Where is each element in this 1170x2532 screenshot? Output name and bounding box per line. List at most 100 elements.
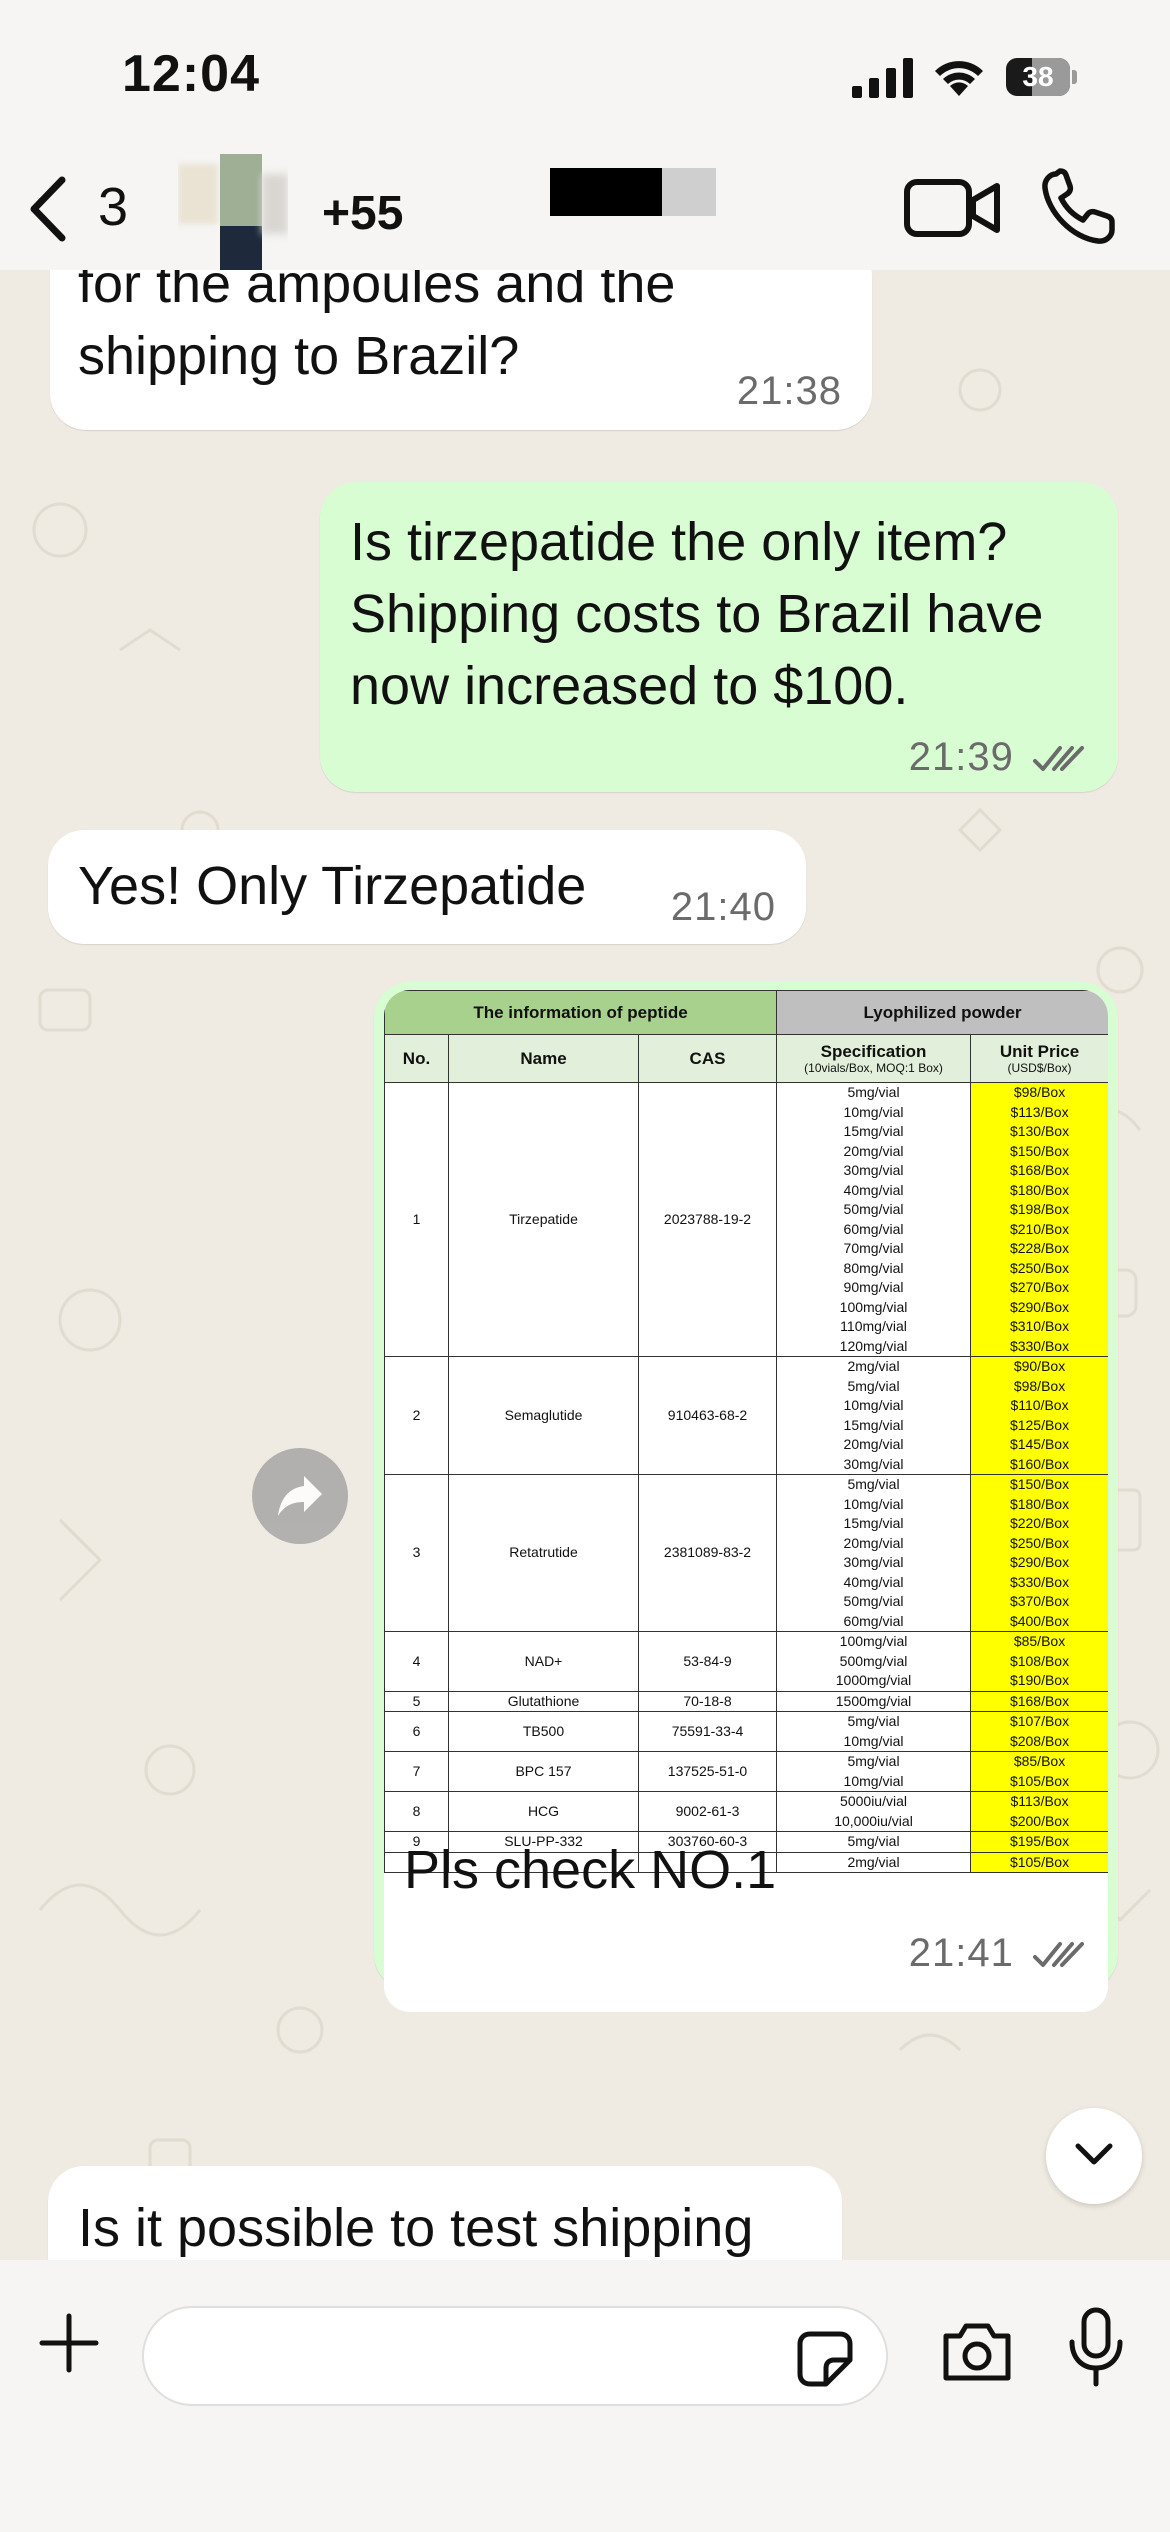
price-value: $113/Box bbox=[1010, 1793, 1069, 1809]
microphone-icon[interactable] bbox=[1066, 2306, 1126, 2388]
spec-value: 15mg/vial bbox=[843, 1123, 904, 1139]
message-meta: 21:39 bbox=[909, 735, 1086, 780]
table-cell-price: $113/Box $200/Box bbox=[970, 1791, 1108, 1832]
price-value: $107/Box bbox=[1009, 1713, 1070, 1729]
scroll-to-bottom-button[interactable] bbox=[1046, 2108, 1142, 2204]
message-text: Pls check NO.1 bbox=[404, 1840, 777, 1900]
table-cell-name: Tirzepatide bbox=[448, 1082, 639, 1357]
double-check-icon bbox=[1033, 746, 1084, 772]
table-group-header: The information of peptide bbox=[384, 990, 778, 1035]
price-value: $105/Box bbox=[1009, 1853, 1070, 1870]
table-row: 5 Glutathione 70-18-8 1500mg/vial $168/Box bbox=[384, 1690, 1108, 1712]
spec-value: 5mg/vial bbox=[847, 1753, 900, 1769]
phone-icon[interactable] bbox=[1040, 168, 1116, 246]
spec-value: 30mg/vial bbox=[843, 1455, 904, 1472]
contact-name[interactable]: +55 bbox=[322, 186, 403, 241]
battery-icon: 38 bbox=[1006, 58, 1078, 96]
table-row: 8 HCG 9002-61-3 5000iu/vial 10,000iu/vial $11… bbox=[384, 1791, 1108, 1832]
table-row: 2 Semaglutide 910463-68-2 2mg/vial 5mg/vial 1… bbox=[384, 1356, 1108, 1475]
price-value: $400/Box bbox=[1009, 1612, 1070, 1629]
avatar[interactable] bbox=[178, 154, 288, 270]
price-value: $160/Box bbox=[1009, 1455, 1070, 1472]
spec-value: 15mg/vial bbox=[843, 1416, 904, 1433]
price-value: $310/Box bbox=[1009, 1318, 1070, 1334]
price-value: $200/Box bbox=[1009, 1812, 1070, 1829]
status-time: 12:04 bbox=[122, 45, 260, 103]
plus-icon[interactable] bbox=[38, 2312, 100, 2374]
price-value: $180/Box bbox=[1009, 1181, 1070, 1198]
price-value: $250/Box bbox=[1009, 1534, 1070, 1551]
table-cell-spec: 5000iu/vial 10,000iu/vial bbox=[776, 1791, 972, 1832]
message-input[interactable] bbox=[180, 2328, 720, 2386]
forward-button[interactable] bbox=[252, 1448, 348, 1544]
message-bubble-incoming[interactable]: Yes! Only Tirzepatide 21:40 bbox=[48, 830, 806, 944]
redaction-block bbox=[662, 168, 716, 216]
message-bubble-outgoing-image[interactable]: The information of peptide Lyophilized p… bbox=[374, 982, 1118, 2012]
spec-value: 30mg/vial bbox=[843, 1162, 904, 1178]
double-check-icon bbox=[1033, 1942, 1084, 1968]
message-text: for the ampoules and the shipping to Bra… bbox=[78, 270, 676, 386]
message-meta: 21:41 bbox=[909, 1931, 1086, 1976]
price-value: $195/Box bbox=[1009, 1833, 1070, 1849]
table-cell-cas: 2381089-83-2 bbox=[637, 1474, 778, 1632]
table-cell-price: $90/Box $98/Box $110/Box $125/Box $145/Box $1… bbox=[970, 1356, 1108, 1475]
price-value: $85/Box bbox=[1013, 1753, 1066, 1769]
table-header-no: No. bbox=[384, 1034, 449, 1083]
table-cell-spec: 2mg/vial bbox=[776, 1851, 972, 1873]
price-value: $145/Box bbox=[1009, 1436, 1070, 1452]
message-input-container[interactable] bbox=[142, 2306, 888, 2406]
message-bubble-outgoing[interactable]: Is tirzepatide the only item? Shipping c… bbox=[320, 482, 1118, 792]
spec-value: 40mg/vial bbox=[843, 1181, 904, 1198]
table-cell-cas: 910463-68-2 bbox=[637, 1356, 778, 1475]
spec-value: 70mg/vial bbox=[843, 1240, 904, 1256]
message-bubble-incoming[interactable]: Is it possible to test shipping bbox=[48, 2166, 842, 2260]
spec-value: 20mg/vial bbox=[843, 1534, 904, 1551]
message-text: Is it possible to test shipping bbox=[78, 2198, 754, 2258]
spec-value: 90mg/vial bbox=[843, 1279, 904, 1295]
spec-value: 1500mg/vial bbox=[835, 1692, 912, 1709]
price-table: The information of peptide Lyophilized p… bbox=[384, 990, 1108, 1873]
spec-value: 5mg/vial bbox=[847, 1713, 900, 1729]
table-cell-no: 5 bbox=[384, 1690, 449, 1712]
table-cell-name: Semaglutide bbox=[448, 1356, 639, 1475]
price-value: $208/Box bbox=[1009, 1732, 1070, 1749]
cellular-signal-icon bbox=[852, 58, 913, 98]
chevron-left-icon[interactable] bbox=[24, 174, 72, 244]
table-cell-name: NAD+ bbox=[448, 1631, 639, 1692]
table-cell-price: $195/Box bbox=[970, 1831, 1108, 1853]
table-cell-name: BPC 157 bbox=[448, 1751, 639, 1792]
spec-value: 20mg/vial bbox=[843, 1436, 904, 1452]
spec-value: 50mg/vial bbox=[843, 1201, 904, 1217]
back-unread-count[interactable]: 3 bbox=[98, 176, 128, 238]
spec-value: 1000mg/vial bbox=[835, 1672, 912, 1688]
table-cell-price: $105/Box bbox=[970, 1851, 1108, 1873]
table-cell-spec: 5mg/vial 10mg/vial bbox=[776, 1751, 972, 1792]
video-camera-icon[interactable] bbox=[903, 176, 1003, 240]
price-value: $228/Box bbox=[1009, 1240, 1070, 1256]
price-value: $330/Box bbox=[1009, 1337, 1070, 1354]
table-cell-price: $107/Box $208/Box bbox=[970, 1711, 1108, 1752]
chat-area[interactable]: for the ampoules and the shipping to Bra… bbox=[0, 270, 1170, 2260]
status-bar: 12:04 38 bbox=[0, 0, 1170, 150]
spec-value: 10,000iu/vial bbox=[834, 1812, 913, 1829]
forward-arrow-icon bbox=[278, 1476, 322, 1516]
sticker-icon[interactable] bbox=[796, 2330, 854, 2388]
spec-value: 10mg/vial bbox=[843, 1397, 904, 1413]
table-cell-spec: 5mg/vial 10mg/vial 15mg/vial 20mg/vial 30mg/… bbox=[776, 1474, 972, 1632]
table-cell-cas: 9002-61-3 bbox=[637, 1791, 778, 1832]
spec-value: 40mg/vial bbox=[843, 1573, 904, 1590]
price-value: $108/Box bbox=[1009, 1652, 1070, 1669]
spec-value: 5mg/vial bbox=[847, 1377, 900, 1394]
table-row: 4 NAD+ 53-84-9 100mg/vial 500mg/vial 1000mg/v… bbox=[384, 1631, 1108, 1692]
table-cell-cas: 2023788-19-2 bbox=[637, 1082, 778, 1357]
price-value: $168/Box bbox=[1009, 1162, 1070, 1178]
table-row: 1 Tirzepatide 2023788-19-2 5mg/vial 10mg/via… bbox=[384, 1082, 1108, 1357]
camera-icon[interactable] bbox=[940, 2318, 1014, 2384]
spec-value: 10mg/vial bbox=[843, 1103, 904, 1120]
message-timestamp: 21:40 bbox=[670, 885, 776, 929]
price-value: $330/Box bbox=[1009, 1573, 1070, 1590]
spec-value: 60mg/vial bbox=[843, 1220, 904, 1237]
price-value: $130/Box bbox=[1009, 1123, 1070, 1139]
message-bubble-incoming[interactable]: for the ampoules and the shipping to Bra… bbox=[50, 270, 872, 430]
message-timestamp: 21:39 bbox=[908, 735, 1014, 779]
